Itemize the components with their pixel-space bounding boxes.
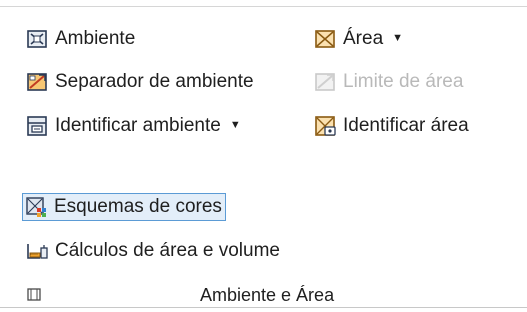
area-boundary-icon bbox=[314, 71, 336, 93]
area-label: Área bbox=[343, 28, 384, 49]
area-volume-calculations-button[interactable]: Cálculos de área e volume bbox=[26, 240, 280, 262]
area-dropdown-arrow-icon[interactable]: ▼ bbox=[392, 27, 403, 49]
area-boundary-button[interactable]: Limite de área bbox=[314, 71, 463, 93]
area-volume-calc-icon bbox=[26, 240, 48, 262]
pin-panel-icon[interactable] bbox=[26, 286, 42, 304]
color-schemes-label: Esquemas de cores bbox=[54, 196, 222, 217]
area-button[interactable]: Área ▼ bbox=[314, 28, 403, 50]
room-separator-button[interactable]: Separador de ambiente bbox=[26, 71, 254, 93]
top-divider bbox=[0, 6, 527, 7]
color-schemes-button[interactable]: Esquemas de cores bbox=[22, 193, 226, 221]
bottom-divider bbox=[0, 307, 527, 308]
tag-room-button[interactable]: Identificar ambiente ▼ bbox=[26, 115, 241, 137]
tag-room-label: Identificar ambiente bbox=[55, 115, 221, 136]
tag-area-icon bbox=[314, 115, 336, 137]
tag-room-icon bbox=[26, 115, 48, 137]
color-schemes-icon bbox=[25, 196, 47, 218]
room-separator-icon bbox=[26, 71, 48, 93]
tag-area-button[interactable]: Identificar área bbox=[314, 115, 469, 137]
room-icon bbox=[26, 28, 48, 50]
panel-title-bar[interactable]: Ambiente e Área bbox=[0, 284, 527, 308]
tag-room-dropdown-arrow-icon[interactable]: ▼ bbox=[230, 114, 241, 136]
room-button[interactable]: Ambiente bbox=[26, 28, 135, 50]
area-icon bbox=[314, 28, 336, 50]
room-area-panel: Ambiente Área ▼ Separador de ambiente Li… bbox=[0, 0, 527, 312]
panel-title: Ambiente e Área bbox=[200, 285, 335, 305]
room-separator-label: Separador de ambiente bbox=[55, 71, 254, 92]
area-boundary-label: Limite de área bbox=[343, 71, 464, 92]
room-label: Ambiente bbox=[55, 28, 136, 49]
tag-area-label: Identificar área bbox=[343, 115, 469, 136]
area-volume-calculations-label: Cálculos de área e volume bbox=[55, 240, 280, 261]
